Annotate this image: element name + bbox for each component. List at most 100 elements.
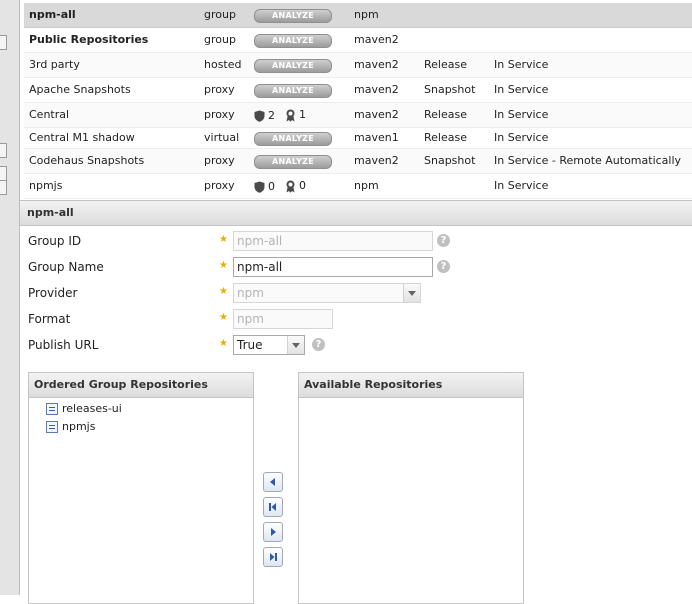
repo-name: Central M1 shadow bbox=[29, 131, 135, 144]
security-metric[interactable]: 2 bbox=[254, 104, 275, 128]
strip-tab[interactable] bbox=[0, 180, 7, 195]
move-last-button[interactable] bbox=[263, 547, 283, 567]
ordered-repositories-list: Ordered Group Repositories releases-ui np… bbox=[28, 372, 254, 604]
repo-health-check: ANALYZE bbox=[254, 128, 354, 148]
repo-type: group bbox=[204, 8, 236, 21]
help-icon[interactable]: ? bbox=[312, 338, 325, 351]
shield-icon bbox=[254, 181, 265, 193]
repo-health-check: ANALYZE bbox=[254, 28, 354, 52]
security-count: 0 bbox=[268, 179, 275, 193]
list-item-label: releases-ui bbox=[62, 402, 122, 415]
repo-format: maven2 bbox=[354, 58, 399, 71]
help-icon[interactable]: ? bbox=[437, 234, 450, 247]
repo-name: Codehaus Snapshots bbox=[29, 154, 145, 167]
repo-format: maven2 bbox=[354, 83, 399, 96]
group-id-row: Group ID ★ npm-all ? bbox=[28, 230, 488, 252]
table-row[interactable]: Central proxy 2 1 maven2 Release In Service bbox=[24, 103, 692, 128]
move-first-button[interactable] bbox=[263, 497, 283, 517]
repo-policy: Snapshot bbox=[424, 154, 476, 167]
repo-health-check: ANALYZE bbox=[254, 53, 354, 77]
publish-url-row: Publish URL ★ True ? bbox=[28, 334, 488, 356]
repo-status: In Service bbox=[494, 58, 549, 71]
repo-type: hosted bbox=[204, 58, 242, 71]
repo-status: In Service bbox=[494, 131, 549, 144]
repo-health-check: ANALYZE bbox=[254, 78, 354, 102]
table-row[interactable]: Central M1 shadow virtual ANALYZE maven1 Rel… bbox=[24, 128, 692, 149]
table-row[interactable]: Apache Snapshots proxy ANALYZE maven2 Snapsh… bbox=[24, 78, 692, 103]
available-repositories-title: Available Repositories bbox=[299, 373, 523, 398]
group-name-label: Group Name bbox=[28, 260, 104, 274]
award-icon bbox=[286, 109, 295, 122]
analyze-button[interactable]: ANALYZE bbox=[254, 34, 332, 48]
repo-name: npmjs bbox=[29, 179, 63, 192]
group-id-label: Group ID bbox=[28, 234, 82, 248]
move-right-button[interactable] bbox=[263, 522, 283, 542]
repo-policy: Snapshot bbox=[424, 83, 476, 96]
strip-tab[interactable] bbox=[0, 35, 7, 50]
security-count: 2 bbox=[268, 108, 275, 122]
analyze-button[interactable]: ANALYZE bbox=[254, 155, 332, 169]
repo-format: maven2 bbox=[354, 33, 399, 46]
repo-format: maven2 bbox=[354, 154, 399, 167]
repo-format: maven2 bbox=[354, 108, 399, 121]
config-panel-title: npm-all bbox=[27, 206, 74, 219]
provider-select: npm bbox=[233, 283, 421, 303]
publish-url-select[interactable]: True bbox=[233, 335, 305, 355]
config-panel-header: npm-all bbox=[20, 200, 692, 226]
table-row[interactable]: npmjs proxy 0 0 npm In Service bbox=[24, 174, 692, 199]
analyze-button[interactable]: ANALYZE bbox=[254, 9, 332, 23]
license-metric[interactable]: 1 bbox=[285, 103, 306, 127]
strip-tab[interactable] bbox=[0, 166, 7, 181]
repo-name: Apache Snapshots bbox=[29, 83, 131, 96]
table-row[interactable]: npm-all group ANALYZE npm bbox=[24, 3, 692, 28]
help-icon[interactable]: ? bbox=[437, 260, 450, 273]
required-star-icon: ★ bbox=[219, 286, 228, 297]
repo-policy: Release bbox=[424, 108, 467, 121]
repo-format: maven1 bbox=[354, 131, 399, 144]
required-star-icon: ★ bbox=[219, 312, 228, 323]
analyze-button[interactable]: ANALYZE bbox=[254, 132, 332, 146]
repo-format: npm bbox=[354, 179, 379, 192]
publish-url-label: Publish URL bbox=[28, 338, 99, 352]
repo-type: proxy bbox=[204, 108, 235, 121]
repo-name: 3rd party bbox=[29, 58, 80, 71]
shield-icon bbox=[254, 110, 265, 122]
arrow-right-icon bbox=[271, 528, 276, 536]
table-row[interactable]: Codehaus Snapshots proxy ANALYZE maven2 Snap… bbox=[24, 149, 692, 174]
provider-value: npm bbox=[237, 286, 264, 300]
repo-type: proxy bbox=[204, 154, 235, 167]
list-item-label: npmjs bbox=[62, 420, 96, 433]
repo-policy: Release bbox=[424, 58, 467, 71]
repository-grid: npm-all group ANALYZE npm Public Repositorie… bbox=[24, 3, 692, 199]
arrow-first-icon bbox=[269, 503, 276, 511]
award-icon bbox=[286, 180, 295, 193]
repo-name: npm-all bbox=[29, 8, 76, 21]
repo-format: npm bbox=[354, 8, 379, 21]
strip-tab[interactable] bbox=[0, 143, 7, 158]
repo-type: proxy bbox=[204, 179, 235, 192]
required-star-icon: ★ bbox=[219, 260, 228, 271]
provider-row: Provider ★ npm bbox=[28, 282, 488, 304]
table-row[interactable]: 3rd party hosted ANALYZE maven2 Release In Se… bbox=[24, 53, 692, 78]
analyze-button[interactable]: ANALYZE bbox=[254, 84, 332, 98]
move-left-button[interactable] bbox=[263, 472, 283, 492]
repo-type: virtual bbox=[204, 131, 240, 144]
repo-status: In Service - Remote Automatically Bl... bbox=[494, 154, 684, 167]
arrow-last-icon bbox=[270, 553, 277, 561]
analyze-button[interactable]: ANALYZE bbox=[254, 59, 332, 73]
list-item[interactable]: npmjs bbox=[29, 418, 253, 436]
license-metric[interactable]: 0 bbox=[285, 174, 306, 198]
ordered-repositories-title: Ordered Group Repositories bbox=[29, 373, 253, 398]
repository-icon bbox=[46, 403, 58, 415]
list-item[interactable]: releases-ui bbox=[29, 400, 253, 418]
arrow-left-icon bbox=[270, 478, 275, 486]
format-label: Format bbox=[28, 312, 71, 326]
table-row[interactable]: Public Repositories group ANALYZE maven2 bbox=[24, 28, 692, 53]
license-count: 1 bbox=[299, 108, 306, 121]
group-name-row: Group Name ★ npm-all ? bbox=[28, 256, 488, 278]
repo-health-check: 21 bbox=[254, 103, 354, 131]
chevron-down-icon[interactable] bbox=[287, 336, 304, 354]
security-metric[interactable]: 0 bbox=[254, 175, 275, 199]
group-name-field[interactable]: npm-all bbox=[233, 257, 433, 277]
repository-icon bbox=[46, 421, 58, 433]
